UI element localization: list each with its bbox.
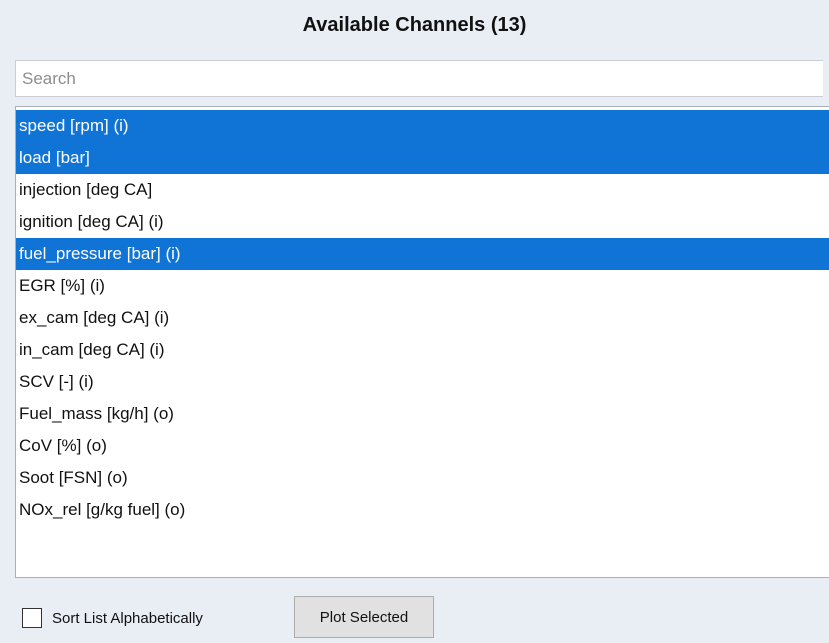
list-item-load[interactable]: load [bar]	[16, 142, 829, 174]
list-item-speed[interactable]: speed [rpm] (i)	[16, 110, 829, 142]
sort-alphabetically-control[interactable]: Sort List Alphabetically	[22, 604, 203, 632]
channel-list[interactable]: speed [rpm] (i) load [bar] injection [de…	[15, 106, 829, 578]
panel-title: Available Channels (13)	[302, 14, 527, 36]
available-channels-panel: Available Channels (13) speed [rpm] (i) …	[0, 0, 829, 643]
list-item-fuel-pressure[interactable]: fuel_pressure [bar] (i)	[16, 238, 829, 270]
list-item-cov[interactable]: CoV [%] (o)	[16, 430, 829, 462]
list-item-soot[interactable]: Soot [FSN] (o)	[16, 462, 829, 494]
list-item-fuel-mass[interactable]: Fuel_mass [kg/h] (o)	[16, 398, 829, 430]
sort-alphabetically-label: Sort List Alphabetically	[52, 609, 203, 627]
list-item-ignition[interactable]: ignition [deg CA] (i)	[16, 206, 829, 238]
list-item-egr[interactable]: EGR [%] (i)	[16, 270, 829, 302]
plot-selected-button[interactable]: Plot Selected	[294, 596, 434, 638]
list-item-in-cam[interactable]: in_cam [deg CA] (i)	[16, 334, 829, 366]
search-input[interactable]	[15, 60, 823, 97]
list-item-scv[interactable]: SCV [-] (i)	[16, 366, 829, 398]
list-item-nox-rel[interactable]: NOx_rel [g/kg fuel] (o)	[16, 494, 829, 526]
list-item-injection[interactable]: injection [deg CA]	[16, 174, 829, 206]
sort-alphabetically-checkbox[interactable]	[22, 608, 42, 628]
list-item-ex-cam[interactable]: ex_cam [deg CA] (i)	[16, 302, 829, 334]
